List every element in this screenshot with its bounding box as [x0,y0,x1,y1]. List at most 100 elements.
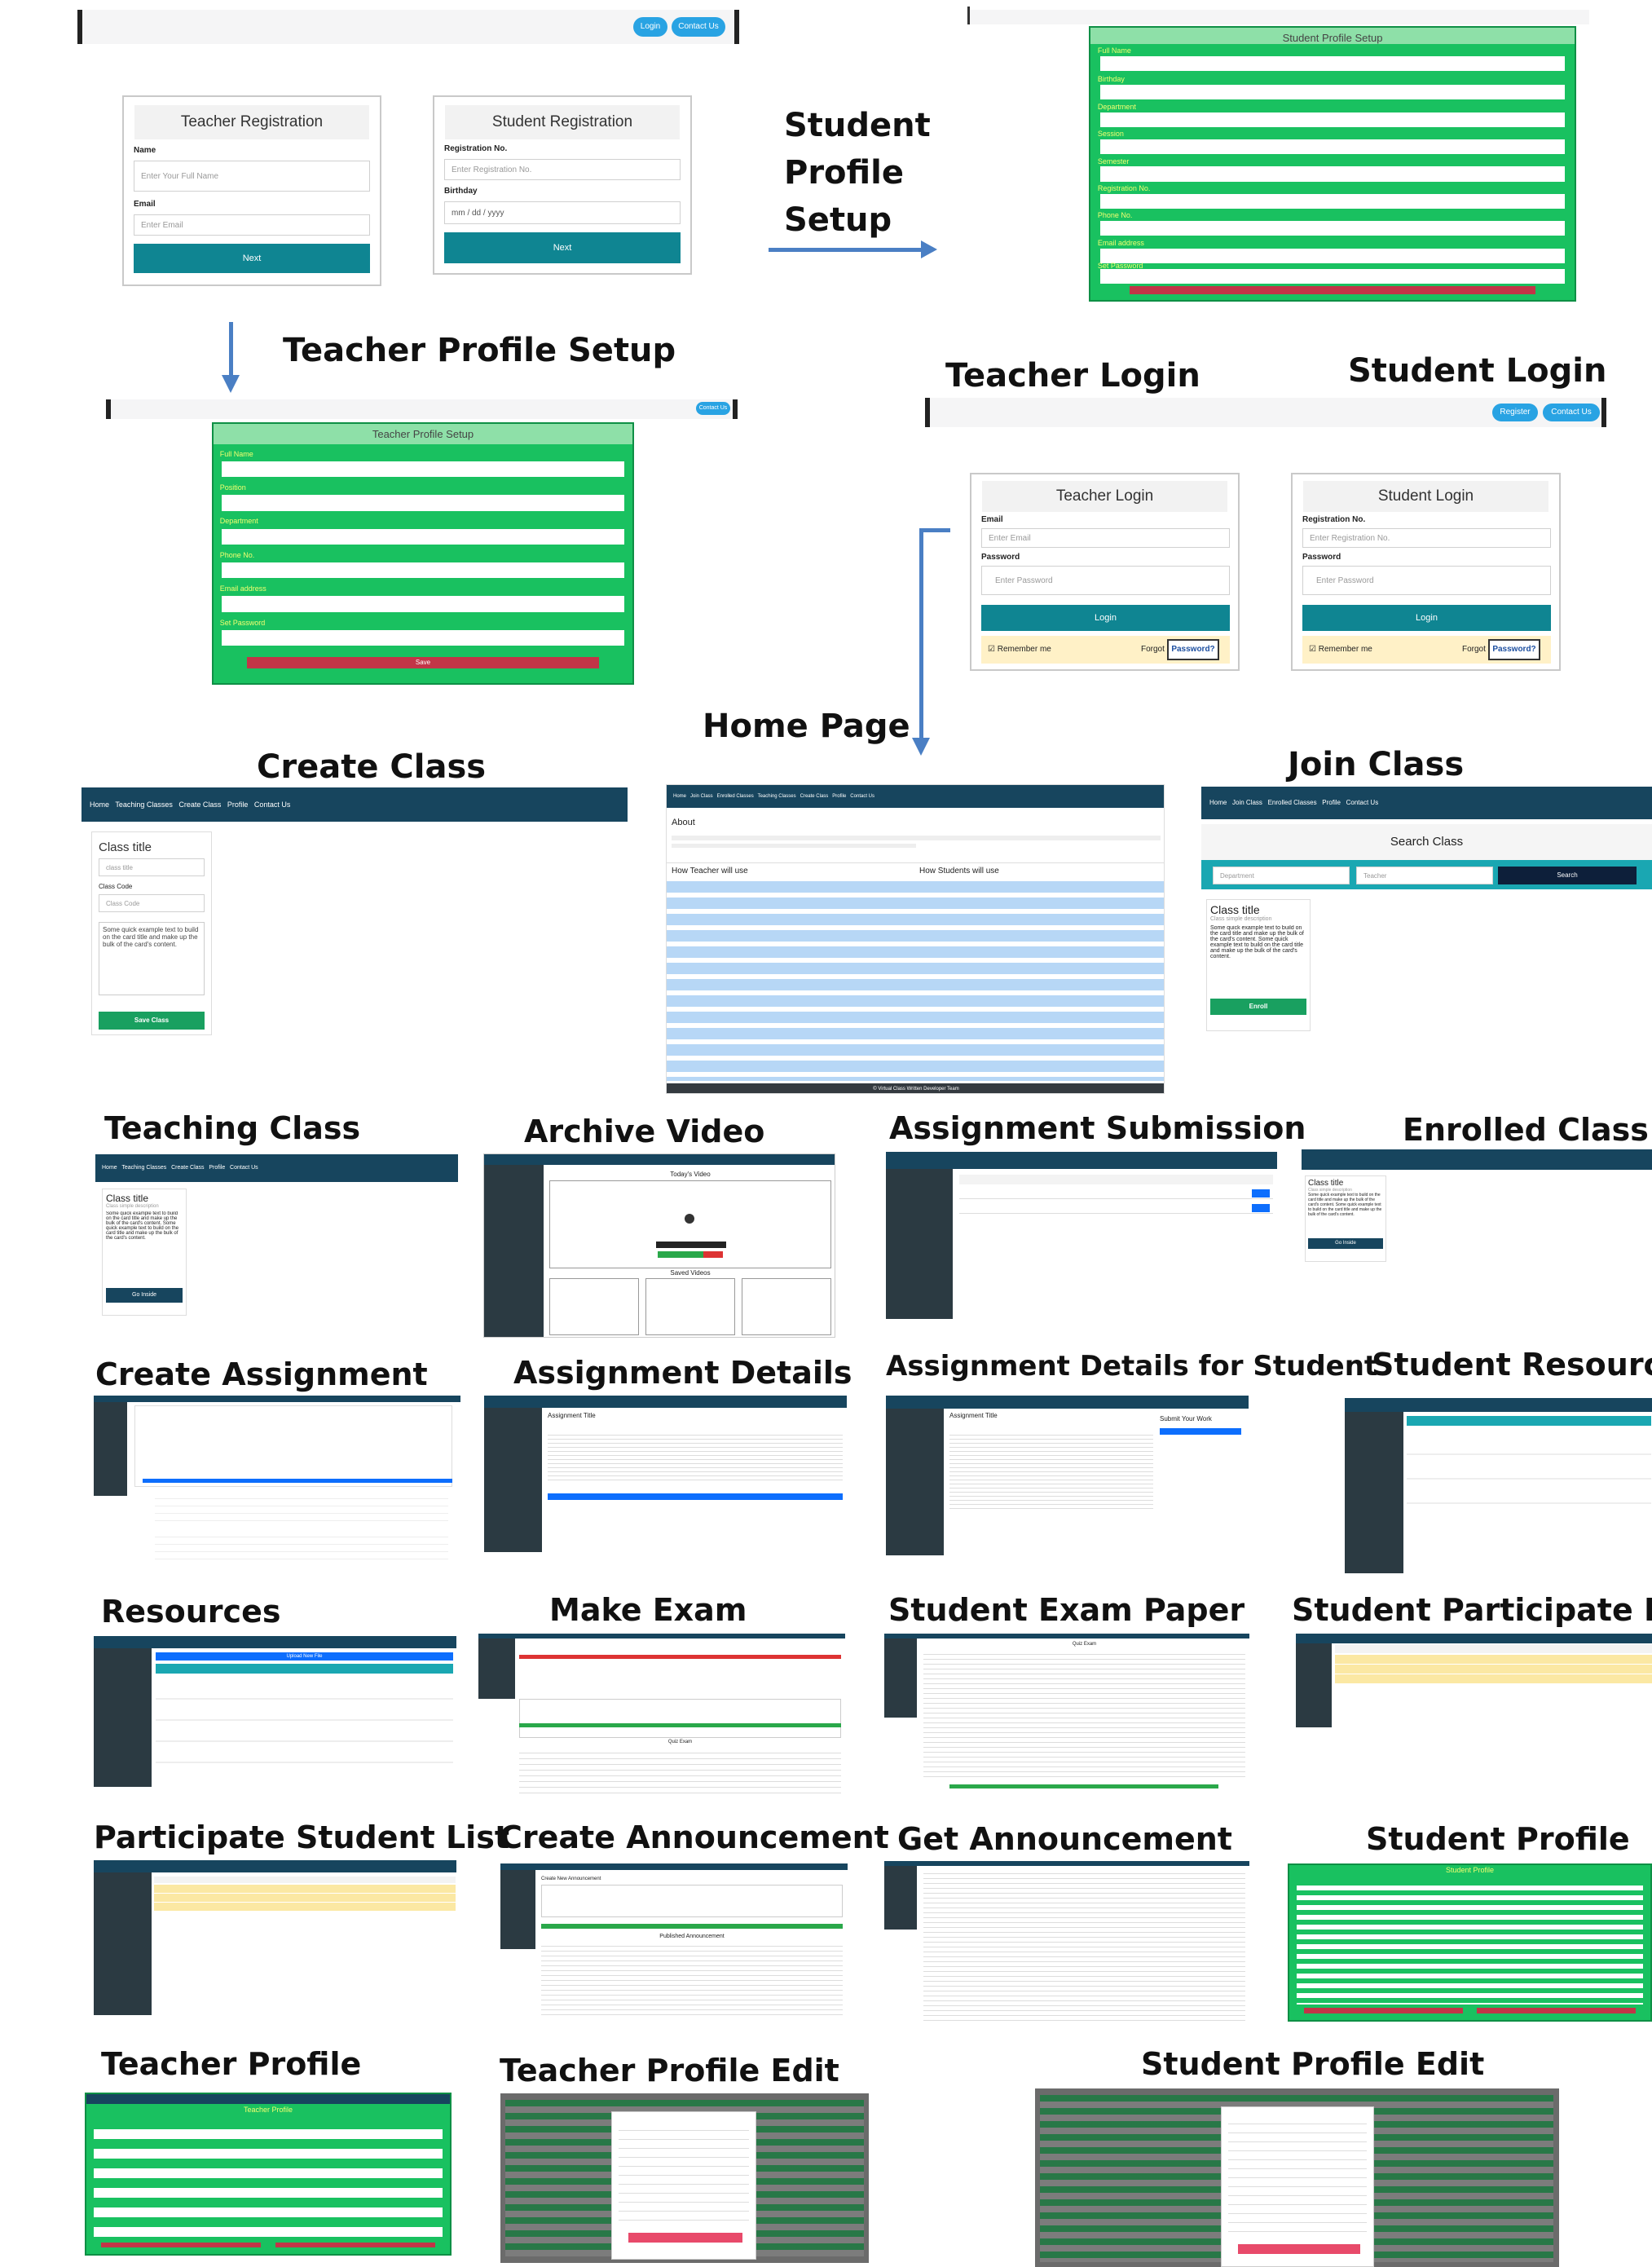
department-field[interactable] [1099,112,1566,127]
birthday-field[interactable] [1099,85,1566,100]
video-controls[interactable] [656,1242,726,1248]
submit-button[interactable] [949,1784,1218,1788]
edit-button[interactable] [1303,2007,1463,2014]
navbar [1302,1149,1652,1171]
next-button[interactable]: Next [444,232,681,263]
forgot-password-button[interactable]: Password? [1167,639,1219,660]
play-icon[interactable] [685,1214,694,1224]
department-select[interactable]: Department [1213,867,1350,884]
save-class-button[interactable]: Save Class [99,1012,205,1030]
email-input[interactable]: Enter Email [134,214,370,236]
forgot-password-button[interactable]: Password? [1488,639,1540,660]
search-bar[interactable] [156,1664,453,1674]
remember-checkbox[interactable]: ☑ Remember me [1309,645,1372,654]
department-field[interactable] [222,528,624,545]
question-form[interactable] [519,1699,841,1738]
teacher-select[interactable]: Teacher [1356,867,1493,884]
registration-field[interactable] [1099,193,1566,209]
submit-button[interactable] [1160,1428,1241,1435]
forgot-text: Forgot [1462,645,1486,654]
save-button[interactable] [628,2233,742,2243]
go-inside-button[interactable]: Go Inside [1308,1238,1383,1249]
reg-input[interactable]: Enter Registration No. [1302,528,1551,548]
email-input[interactable]: Enter Email [981,528,1230,548]
next-button[interactable]: Next [134,244,370,273]
contact-button[interactable]: Contact Us [672,17,725,37]
video-action-buttons[interactable] [658,1251,723,1258]
save-button[interactable]: Save [247,657,599,669]
remember-row: ☑ Remember me Forgot Password? [1302,636,1551,664]
password-input[interactable]: Enter Password [981,566,1230,595]
search-bar[interactable] [1407,1416,1651,1426]
question-list [519,1748,841,1793]
login-button[interactable]: Login [633,17,667,37]
logout-button[interactable] [275,2243,436,2248]
register-button[interactable]: Register [1492,404,1538,421]
saved-video-item[interactable] [549,1278,639,1335]
card-title: Teacher Registration [134,105,370,139]
submitted-table [155,1530,448,1561]
edit-button[interactable] [100,2243,262,2248]
search-button[interactable]: Search [1498,867,1637,884]
contact-button[interactable]: Contact Us [696,402,730,415]
edit-fields[interactable] [1228,2115,1367,2238]
email-field[interactable] [1099,248,1566,263]
label-make-exam: Make Exam [549,1592,747,1628]
create-button[interactable] [143,1479,452,1483]
field-label: Full Name [219,449,253,458]
field-label: Birthday [1097,75,1125,84]
edit-fields[interactable] [619,2122,749,2228]
class-card: Class title Class simple description Som… [1305,1175,1386,1262]
submit-button[interactable] [1252,1189,1270,1197]
full-name-field[interactable] [222,461,624,478]
top-navbar: Login Contact Us [77,10,739,44]
semester-field[interactable] [1099,166,1566,182]
teaching-class-screenshot: Home Teaching Classes Create Class Profi… [95,1154,458,1320]
email-field[interactable] [222,596,624,612]
label-student-profile-edit: Student Profile Edit [1141,2046,1485,2082]
remember-checkbox[interactable]: ☑ Remember me [988,645,1051,654]
field-label: Full Name [1097,46,1131,55]
password-field[interactable] [1099,268,1566,284]
phone-field[interactable] [222,562,624,579]
field-label: Position [219,483,246,492]
sidebar [1296,1643,1332,1727]
name-input[interactable]: Enter Your Full Name [134,161,370,192]
edit-button[interactable] [548,1493,843,1500]
phone-field[interactable] [1099,221,1566,236]
form-title: Teacher Profile Setup [214,424,632,445]
save-button[interactable] [1238,2244,1360,2254]
class-title-input[interactable]: class title [99,858,205,876]
go-inside-button[interactable]: Go Inside [106,1288,183,1303]
password-input[interactable]: Enter Password [1302,566,1551,595]
teacher-profile-setup-form: Teacher Profile Setup Full Name Position… [212,422,634,685]
saved-video-item[interactable] [742,1278,831,1335]
logout-button[interactable] [1477,2007,1637,2014]
login-button[interactable]: Login [1302,605,1551,631]
class-description-textarea[interactable]: Some quick example text to build on the … [99,922,205,995]
contact-button[interactable]: Contact Us [1543,404,1600,421]
navbar [484,1154,835,1166]
login-button[interactable]: Login [981,605,1230,631]
reg-label: Registration No. [444,144,508,153]
birthday-input[interactable]: mm / dd / yyyy [444,201,681,224]
label-get-announcement: Get Announcement [897,1821,1232,1857]
announcement-input[interactable] [541,1885,843,1917]
add-question-button[interactable] [519,1723,841,1727]
session-field[interactable] [1099,139,1566,155]
create-class-screenshot: Home Teaching Classes Create Class Profi… [81,787,628,1040]
full-name-field[interactable] [1099,56,1566,72]
field-label: Email address [1097,238,1144,247]
enroll-button[interactable]: Enroll [1210,999,1306,1015]
reg-input[interactable]: Enter Registration No. [444,159,681,180]
save-button[interactable] [1129,286,1536,295]
sidebar [500,1869,535,1949]
position-field[interactable] [222,495,624,511]
submit-button[interactable] [1252,1204,1270,1212]
class-code-input[interactable]: Class Code [99,894,205,912]
assignment-form[interactable] [134,1405,452,1487]
password-field[interactable] [222,629,624,646]
publish-button[interactable] [541,1924,843,1929]
label-create-class: Create Class [257,748,487,786]
saved-video-item[interactable] [645,1278,735,1335]
